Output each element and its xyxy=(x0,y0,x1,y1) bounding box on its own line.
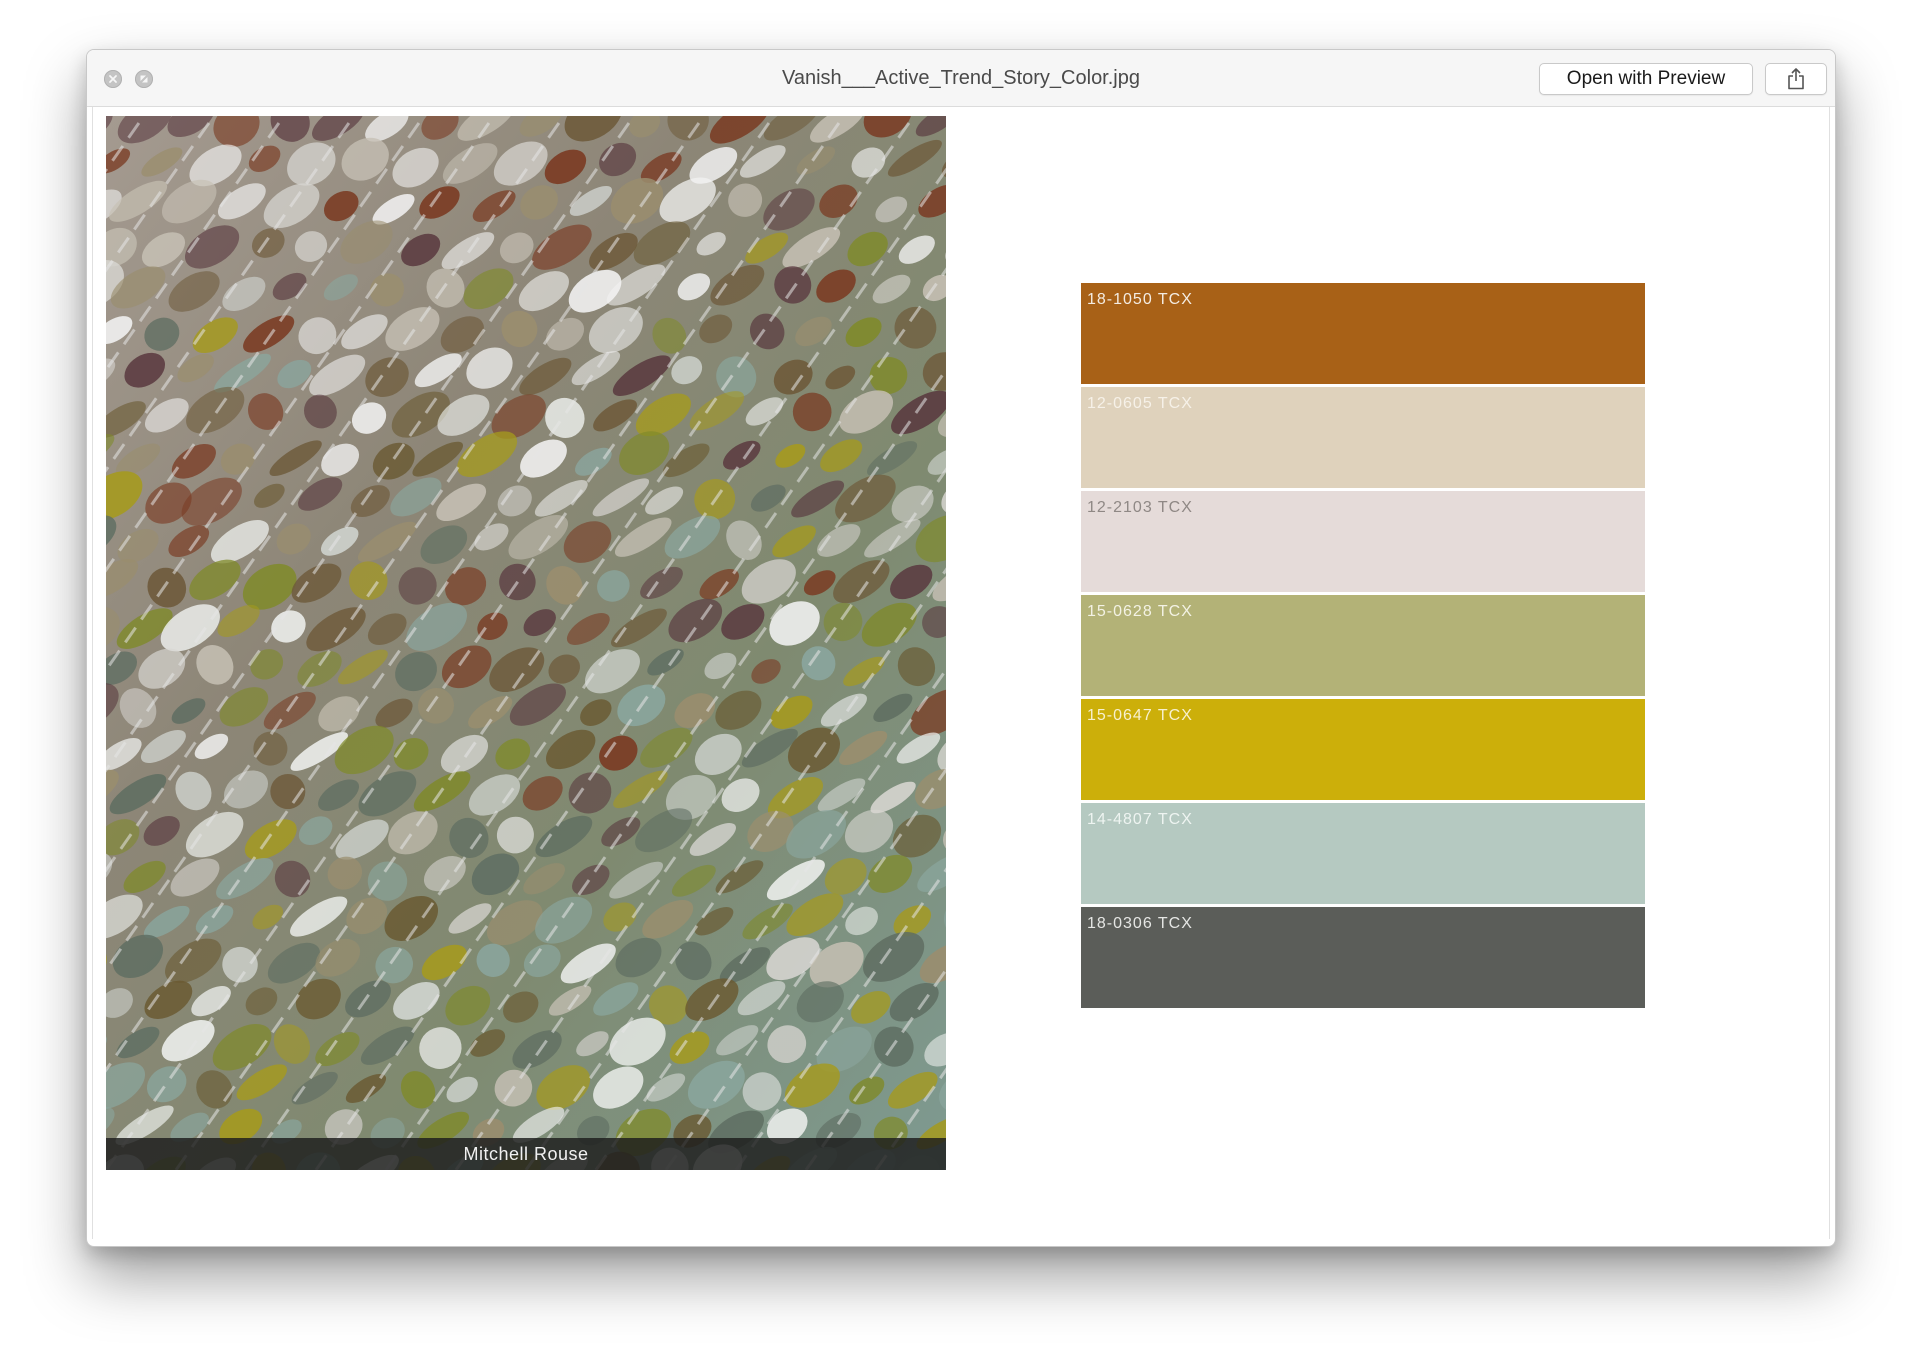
color-swatch: 12-0605 TCX xyxy=(1081,387,1645,488)
open-with-preview-button[interactable]: Open with Preview xyxy=(1539,63,1753,95)
swatch-code-label: 12-0605 TCX xyxy=(1087,395,1193,412)
quicklook-window: Vanish___Active_Trend_Story_Color.jpg Op… xyxy=(86,49,1836,1247)
swatch-code-label: 18-0306 TCX xyxy=(1087,915,1193,932)
color-palette: 18-1050 TCX 12-0605 TCX 12-2103 TCX 15-0628… xyxy=(1081,283,1645,1011)
swatch-code-label: 12-2103 TCX xyxy=(1087,499,1193,516)
close-icon xyxy=(104,70,122,88)
fabric-texture-image xyxy=(106,116,946,1170)
share-icon xyxy=(1788,68,1804,90)
color-swatch: 15-0628 TCX xyxy=(1081,595,1645,696)
color-swatch: 18-1050 TCX xyxy=(1081,283,1645,384)
title-bar[interactable]: Vanish___Active_Trend_Story_Color.jpg Op… xyxy=(87,50,1835,107)
fullscreen-icon xyxy=(135,70,153,88)
color-swatch: 12-2103 TCX xyxy=(1081,491,1645,592)
color-swatch: 18-0306 TCX xyxy=(1081,907,1645,1008)
close-button[interactable] xyxy=(104,70,122,88)
color-swatch: 15-0647 TCX xyxy=(1081,699,1645,800)
swatch-code-label: 14-4807 TCX xyxy=(1087,811,1193,828)
preview-content: Mitchell Rouse 18-1050 TCX 12-0605 TCX 12-… xyxy=(92,107,1830,1239)
fullscreen-button[interactable] xyxy=(135,70,153,88)
moodboard-photo: Mitchell Rouse xyxy=(106,116,946,1170)
swatch-code-label: 18-1050 TCX xyxy=(1087,291,1193,308)
swatch-code-label: 15-0647 TCX xyxy=(1087,707,1193,724)
color-swatch: 14-4807 TCX xyxy=(1081,803,1645,904)
share-button[interactable] xyxy=(1765,63,1827,95)
photo-caption: Mitchell Rouse xyxy=(106,1138,946,1170)
swatch-code-label: 15-0628 TCX xyxy=(1087,603,1193,620)
